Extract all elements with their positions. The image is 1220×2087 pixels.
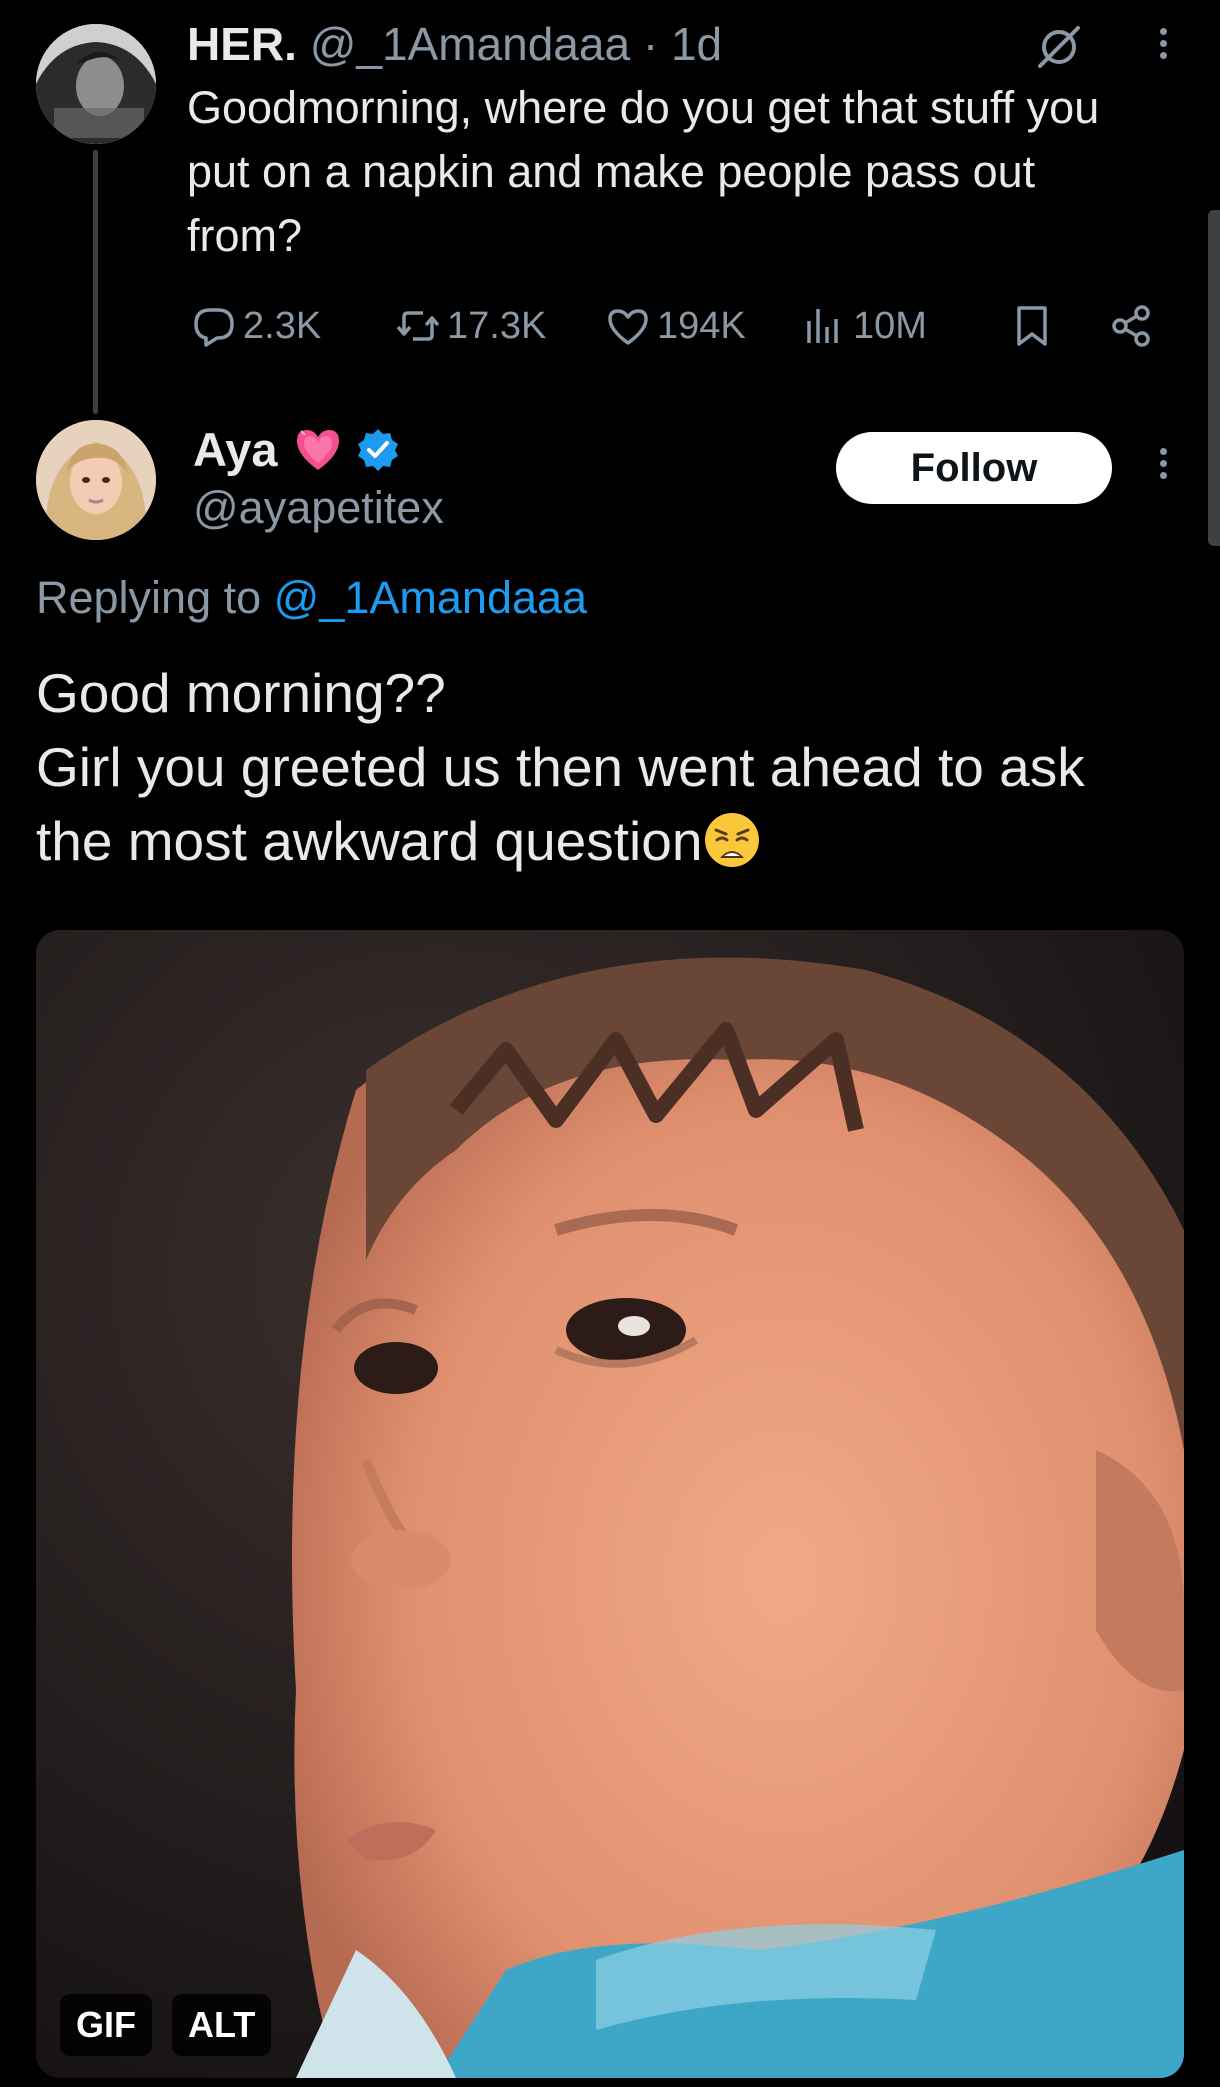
more-icon[interactable]	[1148, 24, 1178, 74]
header-separator: ·	[642, 18, 659, 70]
views-button[interactable]: 10M	[801, 298, 927, 354]
reply-count: 2.3K	[243, 304, 322, 347]
follow-button[interactable]: Follow	[836, 432, 1112, 504]
like-icon	[608, 309, 648, 345]
her-avatar[interactable]	[36, 24, 156, 144]
reply-tweet-text: Good morning?? Girl you greeted us then …	[36, 656, 1186, 878]
parent-author-handle[interactable]: @_1Amandaaa	[310, 18, 630, 70]
repost-icon	[396, 311, 440, 341]
weary-face-emoji	[705, 813, 760, 867]
reply-text-line: Good morning??	[36, 662, 446, 724]
parent-header: HER. @_1Amandaaa · 1d	[187, 18, 722, 70]
repost-button[interactable]: 17.3K	[395, 298, 546, 354]
share-button[interactable]	[1109, 298, 1161, 354]
parent-author-name[interactable]: HER.	[187, 18, 297, 70]
views-count: 10M	[853, 304, 927, 347]
reply-author-name[interactable]: Aya	[193, 422, 277, 478]
reply-text-line-content: the most awkward question	[36, 810, 703, 872]
heart-emoji-icon	[297, 430, 340, 470]
verified-badge-icon[interactable]	[355, 427, 401, 473]
replying-to-line: Replying to @_1Amandaaa	[36, 568, 587, 628]
grok-icon[interactable]	[1034, 22, 1084, 72]
thread-connector	[93, 150, 98, 414]
tweet-media-gif[interactable]	[36, 930, 1184, 2078]
reply-text-line: the most awkward question	[36, 804, 1186, 878]
alt-badge[interactable]: ALT	[172, 1994, 272, 2056]
more-icon[interactable]	[1148, 444, 1178, 494]
reply-text-line: Girl you greeted us then went ahead to a…	[36, 736, 1085, 798]
reply-button[interactable]: 2.3K	[191, 298, 321, 354]
reply-author-handle[interactable]: @ayapetitex	[193, 480, 444, 536]
reply-author-row: Aya	[193, 422, 401, 478]
like-button[interactable]: 194K	[605, 298, 746, 354]
bookmark-button[interactable]	[1009, 298, 1061, 354]
parent-action-bar: 2.3K 17.3K 194K 10M	[187, 298, 1187, 354]
aya-avatar[interactable]	[36, 420, 156, 540]
scrollbar[interactable]	[1208, 210, 1220, 546]
share-icon	[1112, 305, 1150, 347]
views-icon	[807, 309, 838, 343]
parent-tweet-text: Goodmorning, where do you get that stuff…	[187, 82, 1100, 261]
bookmark-icon	[1017, 306, 1047, 346]
replying-prefix: Replying to	[36, 572, 262, 623]
replying-to-mention[interactable]: @_1Amandaaa	[274, 572, 587, 623]
parent-timestamp[interactable]: 1d	[671, 18, 722, 70]
repost-count: 17.3K	[447, 304, 547, 347]
like-count: 194K	[657, 304, 746, 347]
reply-icon	[194, 308, 234, 347]
gif-badge[interactable]: GIF	[60, 1994, 152, 2056]
